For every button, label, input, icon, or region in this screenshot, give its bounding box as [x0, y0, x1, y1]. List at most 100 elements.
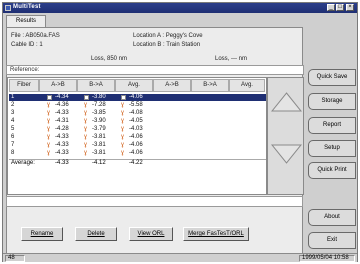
table-row[interactable]: 4 ɣ -4.31 ɣ -3.90 ɣ -4.05 — [9, 118, 266, 125]
pass-marker-icon — [121, 95, 126, 100]
merge-fastest-orl-button[interactable]: Merge FasTesT/ORL — [183, 227, 249, 241]
col-header-ba-other[interactable]: B->A — [191, 79, 229, 92]
rename-button[interactable]: Rename — [21, 227, 63, 241]
cable-id-label: Cable ID : 1 — [11, 42, 43, 48]
scroll-down-icon[interactable] — [271, 144, 302, 164]
warning-marker-icon: ɣ — [47, 110, 51, 116]
message-field — [6, 196, 303, 207]
ab-cell: -4.33 — [55, 142, 69, 148]
average-avg: -4.22 — [129, 160, 143, 166]
warning-marker-icon: ɣ — [84, 110, 88, 116]
ba-cell: -3.81 — [92, 134, 106, 140]
warning-marker-icon: ɣ — [47, 150, 51, 156]
report-button[interactable]: Report — [308, 117, 356, 134]
file-label: File : AB050a.FAS — [11, 33, 60, 39]
ba-cell: -3.81 — [92, 150, 106, 156]
ba-cell: -3.80 — [92, 94, 106, 100]
col-header-ab-other[interactable]: A->B — [153, 79, 191, 92]
warning-marker-icon: ɣ — [47, 102, 51, 108]
table-row[interactable]: 7 ɣ -4.33 ɣ -3.81 ɣ -4.06 — [9, 142, 266, 149]
warning-marker-icon: ɣ — [121, 110, 125, 116]
average-ba: -4.12 — [92, 160, 106, 166]
warning-marker-icon: ɣ — [84, 118, 88, 124]
avg-cell: -4.06 — [129, 94, 143, 100]
status-bar: 48 1999/05/04 10:58 — [3, 253, 357, 262]
reference-label: Reference: — [10, 67, 40, 73]
fiber-cell: 5 — [11, 126, 15, 132]
ba-cell: -3.90 — [92, 118, 106, 124]
ab-cell: -4.33 — [55, 110, 69, 116]
warning-marker-icon: ɣ — [121, 142, 125, 148]
average-label: Average: — [11, 160, 35, 166]
ab-cell: -4.36 — [55, 102, 69, 108]
fiber-cell: 4 — [11, 118, 15, 124]
location-b-label: Location B : Train Station — [133, 42, 201, 48]
close-button[interactable]: × — [346, 4, 354, 11]
scroll-up-icon[interactable] — [271, 92, 302, 112]
warning-marker-icon: ɣ — [121, 118, 125, 124]
table-row[interactable]: 2 ɣ -4.36 ɣ -7.28 ɣ -5.58 — [9, 102, 266, 109]
fiber-cell: 1 — [11, 94, 15, 100]
table-row[interactable]: 3 ɣ -4.33 ɣ -3.85 ɣ -4.08 — [9, 110, 266, 117]
ba-cell: -3.81 — [92, 142, 106, 148]
table-row[interactable]: 5 ɣ -4.28 ɣ -3.79 ɣ -4.03 — [9, 126, 266, 133]
warning-marker-icon: ɣ — [121, 126, 125, 132]
table-row[interactable]: 6 ɣ -4.33 ɣ -3.81 ɣ -4.06 — [9, 134, 266, 141]
location-a-label: Location A : Peggy's Cove — [133, 33, 203, 39]
status-datetime: 1999/05/04 10:58 — [299, 255, 355, 262]
pass-marker-icon — [47, 95, 52, 100]
col-header-ab-850[interactable]: A->B — [39, 79, 77, 92]
fiber-cell: 8 — [11, 150, 15, 156]
loss-other-label: Loss, --- nm — [215, 56, 248, 62]
ba-cell: -3.85 — [92, 110, 106, 116]
ab-cell: -4.28 — [55, 126, 69, 132]
window-title: MultiTest — [13, 4, 41, 10]
pass-marker-icon — [84, 95, 89, 100]
quick-save-button[interactable]: Quick Save — [308, 69, 356, 86]
results-table[interactable]: Fiber A->B B->A Avg. A->B B->A Avg. 1 -4… — [7, 77, 267, 195]
avg-cell: -5.58 — [129, 102, 143, 108]
storage-button[interactable]: Storage — [308, 93, 356, 110]
col-header-fiber[interactable]: Fiber — [9, 79, 39, 92]
tab-results[interactable]: Results — [6, 15, 46, 27]
ba-cell: -3.79 — [92, 126, 106, 132]
fiber-cell: 6 — [11, 134, 15, 140]
loss-850-label: Loss, 850 nm — [91, 56, 128, 62]
col-header-ba-850[interactable]: B->A — [77, 79, 115, 92]
ab-cell: -4.34 — [55, 94, 69, 100]
fiber-cell: 2 — [11, 102, 15, 108]
warning-marker-icon: ɣ — [84, 126, 88, 132]
warning-marker-icon: ɣ — [121, 150, 125, 156]
title-bar: MultiTest _ □ × — [3, 3, 357, 13]
maximize-button[interactable]: □ — [336, 4, 344, 11]
setup-button[interactable]: Setup — [308, 140, 356, 157]
table-row[interactable]: 8 ɣ -4.33 ɣ -3.81 ɣ -4.06 — [9, 150, 266, 157]
app-icon — [5, 5, 11, 11]
table-row[interactable]: 1 -4.34 -3.80 -4.06 — [9, 94, 266, 101]
status-left: 48 — [5, 255, 25, 262]
minimize-button[interactable]: _ — [327, 4, 335, 11]
warning-marker-icon: ɣ — [47, 118, 51, 124]
delete-button[interactable]: Delete — [75, 227, 117, 241]
ba-cell: -7.28 — [92, 102, 106, 108]
view-orl-button[interactable]: View ORL — [129, 227, 173, 241]
avg-cell: -4.03 — [129, 126, 143, 132]
quick-print-button[interactable]: Quick Print — [308, 162, 356, 179]
avg-cell: -4.05 — [129, 118, 143, 124]
warning-marker-icon: ɣ — [84, 142, 88, 148]
col-header-avg-850[interactable]: Avg. — [115, 79, 153, 92]
warning-marker-icon: ɣ — [47, 126, 51, 132]
ab-cell: -4.33 — [55, 134, 69, 140]
warning-marker-icon: ɣ — [47, 134, 51, 140]
warning-marker-icon: ɣ — [121, 134, 125, 140]
warning-marker-icon: ɣ — [84, 102, 88, 108]
avg-cell: -4.06 — [129, 134, 143, 140]
warning-marker-icon: ɣ — [84, 134, 88, 140]
exit-button[interactable]: Exit — [308, 232, 356, 249]
fiber-cell: 7 — [11, 142, 15, 148]
ab-cell: -4.33 — [55, 150, 69, 156]
about-button[interactable]: About — [308, 209, 356, 226]
warning-marker-icon: ɣ — [84, 150, 88, 156]
col-header-avg-other[interactable]: Avg. — [229, 79, 265, 92]
warning-marker-icon: ɣ — [47, 142, 51, 148]
